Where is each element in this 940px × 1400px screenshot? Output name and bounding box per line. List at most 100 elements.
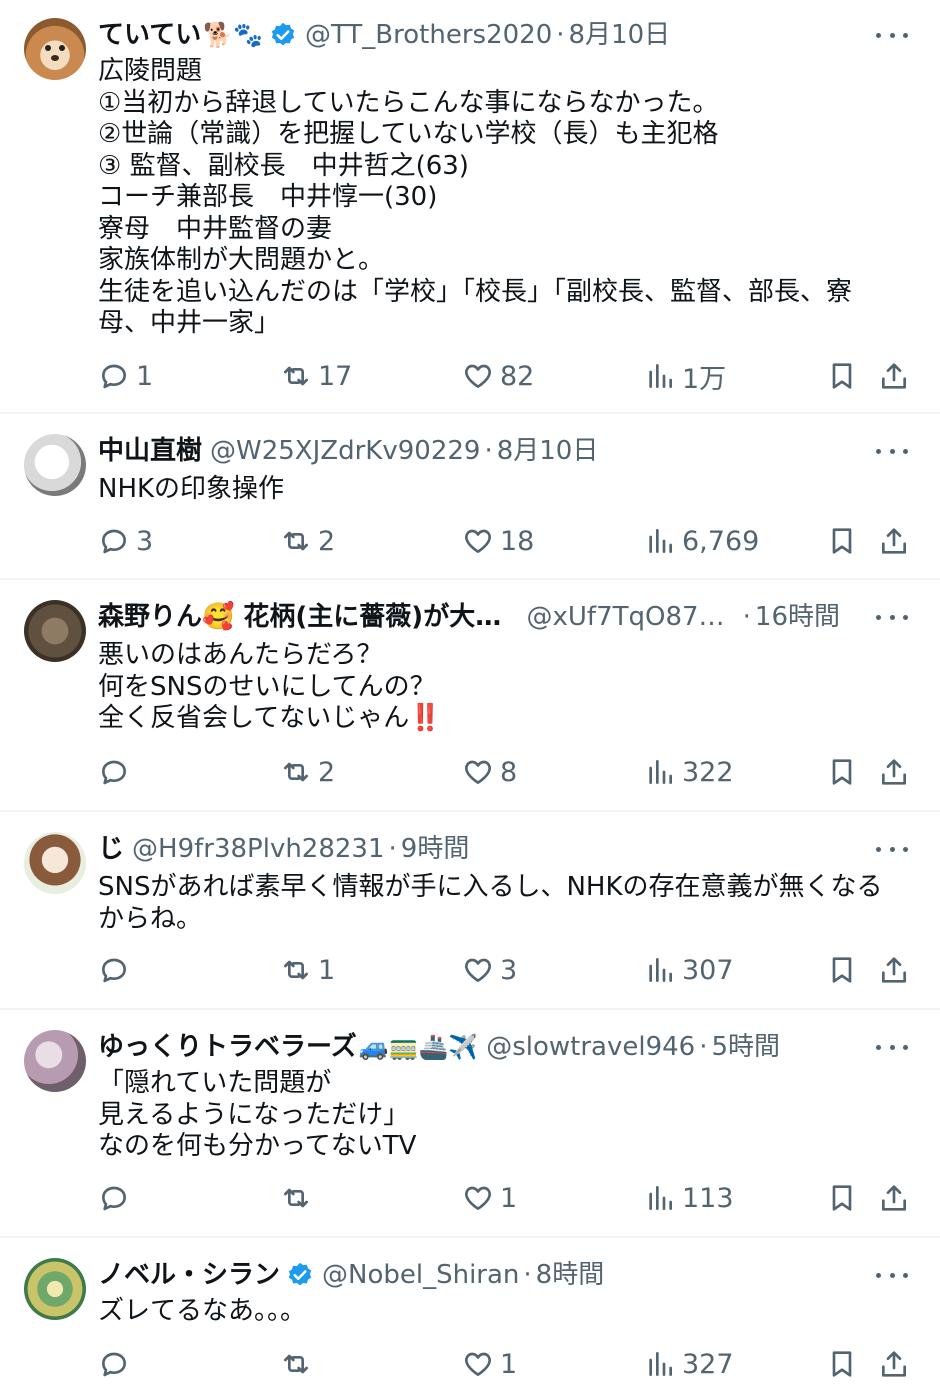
bookmark-button[interactable] xyxy=(826,356,858,396)
retweet-button[interactable]: 17 xyxy=(280,356,352,396)
display-name[interactable]: ノベル・シラン xyxy=(98,1258,280,1292)
timestamp[interactable]: 8月10日 xyxy=(497,434,599,468)
share-icon xyxy=(882,759,906,785)
reply-button[interactable]: 1 xyxy=(98,356,153,396)
tweet-0[interactable]: ていてい 🐕🐾 @TT_Brothers2020 · 8月10日 広陵問題 ①当… xyxy=(0,0,940,412)
reply-icon xyxy=(102,1352,126,1377)
tweet-3[interactable]: じ @H9fr38Plvh28231 · 9時間 SNSがあれば素早く情報が手に… xyxy=(0,812,940,1008)
avatar[interactable] xyxy=(24,1030,86,1092)
like-count: 1 xyxy=(500,1348,518,1380)
heart-icon xyxy=(465,529,491,553)
reply-button[interactable]: 3 xyxy=(98,521,153,561)
timestamp[interactable]: 8月10日 xyxy=(569,18,671,52)
share-button[interactable] xyxy=(878,521,910,561)
tweet-5[interactable]: ノベル・シラン @Nobel_Shiran · 8時間 ズレてるなあ。。。 1 xyxy=(0,1238,940,1400)
retweet-count: 17 xyxy=(318,360,353,392)
views-button[interactable]: 327 xyxy=(644,1344,734,1384)
retweet-button[interactable]: 2 xyxy=(280,752,335,792)
avatar[interactable] xyxy=(24,1258,86,1320)
retweet-button[interactable] xyxy=(280,1344,318,1384)
views-button[interactable]: 322 xyxy=(644,752,734,792)
tweet-header: じ @H9fr38Plvh28231 · 9時間 xyxy=(98,832,840,866)
user-handle[interactable]: @W25XJZdrKv90229 xyxy=(210,434,480,468)
tweet-4[interactable]: ゆっくりトラベラーズ 🚙🚃🚢✈️ @slowtravel946 · 5時間 「隠… xyxy=(0,1010,940,1236)
retweet-icon xyxy=(284,1354,308,1374)
heart-icon xyxy=(465,1352,491,1376)
user-handle[interactable]: @TT_Brothers2020 xyxy=(305,18,552,52)
more-dots-icon[interactable] xyxy=(876,1258,908,1292)
reply-button[interactable] xyxy=(98,1178,136,1218)
retweet-button[interactable]: 2 xyxy=(280,521,335,561)
display-name[interactable]: ゆっくりトラベラーズ xyxy=(98,1030,357,1064)
reply-button[interactable] xyxy=(98,752,136,792)
more-dots-icon[interactable] xyxy=(876,832,908,866)
tweet-2[interactable]: 森野りん🥰 花柄(主に薔薇)が大... @xUf7TqO87q... · 16時… xyxy=(0,580,940,810)
user-handle[interactable]: @xUf7TqO87q... xyxy=(527,600,739,634)
avatar[interactable] xyxy=(24,600,86,662)
avatar[interactable] xyxy=(24,18,86,80)
views-button[interactable]: 307 xyxy=(644,950,734,990)
more-dots-icon[interactable] xyxy=(876,18,908,52)
timestamp[interactable]: 8時間 xyxy=(536,1258,605,1292)
views-button[interactable]: 6,769 xyxy=(644,521,759,561)
bookmark-button[interactable] xyxy=(826,1178,858,1218)
views-button[interactable]: 1万 xyxy=(644,356,726,396)
user-handle[interactable]: @H9fr38Plvh28231 xyxy=(132,832,385,866)
like-button[interactable]: 8 xyxy=(462,752,517,792)
reply-icon xyxy=(102,529,126,554)
like-count: 3 xyxy=(500,954,518,986)
reply-button[interactable] xyxy=(98,950,136,990)
more-dots-icon[interactable] xyxy=(876,600,908,634)
share-button[interactable] xyxy=(878,950,910,990)
share-button[interactable] xyxy=(878,356,910,396)
reply-icon xyxy=(102,364,126,389)
view-count: 327 xyxy=(682,1348,734,1380)
share-icon xyxy=(882,528,906,554)
tweet-header: 森野りん🥰 花柄(主に薔薇)が大... @xUf7TqO87q... · 16時… xyxy=(98,600,840,634)
bookmark-button[interactable] xyxy=(826,1344,858,1384)
like-count: 8 xyxy=(500,756,518,788)
share-button[interactable] xyxy=(878,752,910,792)
avatar[interactable] xyxy=(24,434,86,496)
user-handle[interactable]: @slowtravel946 xyxy=(486,1030,695,1064)
retweet-button[interactable]: 1 xyxy=(280,950,335,990)
like-button[interactable]: 3 xyxy=(462,950,517,990)
display-name[interactable]: 中山直樹 xyxy=(98,434,202,468)
separator-dot: · xyxy=(699,1032,708,1062)
like-count: 1 xyxy=(500,1182,518,1214)
tweet-1[interactable]: 中山直樹 @W25XJZdrKv90229 · 8月10日 NHKの印象操作 3… xyxy=(0,414,940,578)
tweet-text: ズレてるなあ。。。 xyxy=(98,1296,307,1326)
bookmark-button[interactable] xyxy=(826,521,858,561)
display-name[interactable]: ていてい xyxy=(98,18,201,52)
display-name[interactable]: 森野りん🥰 花柄(主に薔薇)が大... xyxy=(98,600,503,634)
separator-dot: · xyxy=(556,20,565,50)
user-handle[interactable]: @Nobel_Shiran xyxy=(322,1258,519,1292)
like-button[interactable]: 1 xyxy=(462,1344,517,1384)
share-button[interactable] xyxy=(878,1178,910,1218)
heart-icon xyxy=(465,958,491,982)
heart-icon xyxy=(465,1186,491,1210)
verified-badge-icon xyxy=(288,1262,312,1286)
bookmark-button[interactable] xyxy=(826,950,858,990)
timestamp[interactable]: 5時間 xyxy=(712,1030,781,1064)
timestamp[interactable]: 16時間 xyxy=(755,600,840,634)
avatar[interactable] xyxy=(24,832,86,894)
retweet-button[interactable] xyxy=(280,1178,318,1218)
like-button[interactable]: 1 xyxy=(462,1178,517,1218)
more-dots-icon[interactable] xyxy=(876,434,908,468)
bookmark-button[interactable] xyxy=(826,752,858,792)
action-bar: 1 327 xyxy=(98,1344,918,1384)
like-button[interactable]: 82 xyxy=(462,356,534,396)
tweet-header: ゆっくりトラベラーズ 🚙🚃🚢✈️ @slowtravel946 · 5時間 xyxy=(98,1030,840,1064)
retweet-icon xyxy=(284,960,308,980)
more-dots-icon[interactable] xyxy=(876,1030,908,1064)
tweet-text: NHKの印象操作 xyxy=(98,474,285,504)
reply-button[interactable] xyxy=(98,1344,136,1384)
views-button[interactable]: 113 xyxy=(644,1178,734,1218)
like-button[interactable]: 18 xyxy=(462,521,534,561)
retweet-icon xyxy=(284,366,308,386)
display-name[interactable]: じ xyxy=(98,832,124,866)
timestamp[interactable]: 9時間 xyxy=(401,832,470,866)
share-button[interactable] xyxy=(878,1344,910,1384)
action-bar: 1 113 xyxy=(98,1178,918,1218)
